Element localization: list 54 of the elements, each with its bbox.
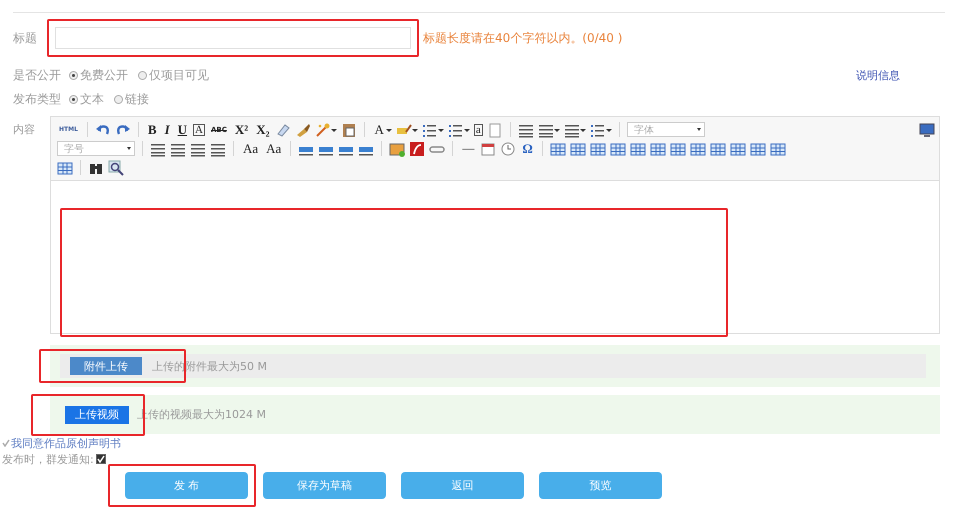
upload-button[interactable]: 上传视频 bbox=[65, 406, 129, 424]
upload-button[interactable]: 附件上传 bbox=[70, 357, 142, 375]
toolbar-button[interactable]: Ω bbox=[520, 140, 535, 157]
info-link[interactable]: 说明信息 bbox=[856, 68, 900, 82]
agreement-link[interactable]: 我同意作品原创声明书 bbox=[11, 436, 121, 450]
field-label: 发布类型 bbox=[13, 90, 61, 108]
title-field[interactable] bbox=[55, 27, 411, 49]
table-icon[interactable] bbox=[750, 140, 766, 156]
radio-button[interactable] bbox=[69, 70, 78, 80]
eraser-icon[interactable] bbox=[275, 122, 292, 138]
table-icon[interactable] bbox=[770, 140, 786, 156]
toolbar-button[interactable]: Aa bbox=[241, 140, 260, 157]
toolbar-button[interactable]: X² bbox=[232, 121, 250, 138]
checkbox-label: 发布时，群发通知: bbox=[2, 452, 94, 466]
table-icon[interactable] bbox=[730, 140, 746, 156]
radio-button[interactable] bbox=[114, 94, 123, 104]
toolbar-button[interactable]: — bbox=[460, 140, 476, 157]
toolbar-button[interactable]: A bbox=[193, 124, 205, 136]
toolbar-button[interactable]: U bbox=[176, 121, 190, 138]
toolbar-button[interactable]: I bbox=[162, 121, 172, 138]
table-icon[interactable] bbox=[710, 140, 726, 156]
flash-icon[interactable] bbox=[409, 140, 426, 156]
field-label: 内容 bbox=[13, 122, 36, 137]
toolbar-button[interactable]: A bbox=[372, 121, 386, 138]
radio-button[interactable] bbox=[69, 94, 78, 104]
brush-icon[interactable] bbox=[295, 122, 312, 138]
table-icon[interactable] bbox=[590, 140, 606, 156]
toolbar-button[interactable]: X₂ bbox=[254, 121, 272, 138]
clock-icon[interactable] bbox=[500, 140, 516, 156]
table-icon[interactable] bbox=[670, 140, 686, 156]
page-icon[interactable] bbox=[486, 122, 503, 138]
clipboard-icon[interactable] bbox=[341, 122, 358, 138]
table-icon[interactable] bbox=[610, 140, 626, 156]
toolbar-button[interactable]: Aa bbox=[264, 140, 284, 157]
table-icon[interactable] bbox=[57, 160, 73, 176]
field-label: 标题 bbox=[13, 30, 38, 46]
radio-button[interactable] bbox=[138, 70, 147, 80]
table-icon[interactable] bbox=[570, 140, 586, 156]
toolbar-button[interactable]: B bbox=[146, 121, 159, 138]
table-icon[interactable] bbox=[650, 140, 666, 156]
toolbar-button[interactable]: a bbox=[474, 124, 483, 136]
check-mark-icon[interactable] bbox=[2, 439, 10, 447]
monitor-icon[interactable] bbox=[919, 122, 935, 138]
calendar-icon[interactable] bbox=[480, 140, 496, 156]
length-hint: 标题长度请在40个字符以内。(0/40 ) bbox=[423, 30, 622, 46]
table-icon[interactable] bbox=[630, 140, 646, 156]
table-icon[interactable] bbox=[690, 140, 706, 156]
search-icon[interactable] bbox=[108, 160, 124, 176]
table-icon[interactable] bbox=[550, 140, 566, 156]
image-icon[interactable] bbox=[389, 140, 406, 156]
wand-icon[interactable] bbox=[315, 122, 332, 138]
field-label: 是否公开 bbox=[13, 66, 61, 84]
dropdown-placeholder: 字体 bbox=[634, 124, 654, 136]
dropdown-placeholder: 字号 bbox=[64, 142, 84, 156]
